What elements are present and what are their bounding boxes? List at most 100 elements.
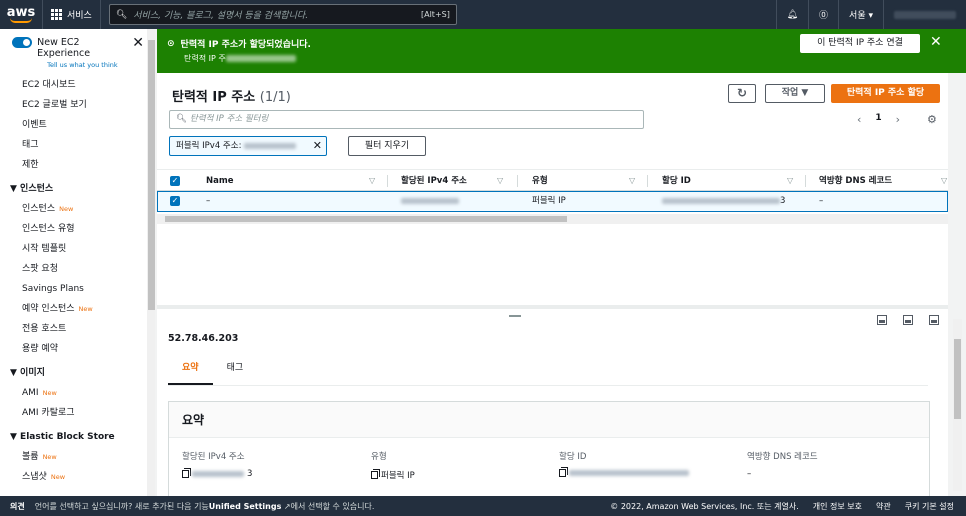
tab-underline xyxy=(168,385,928,386)
column-header-ipv4[interactable]: 할당된 IPv4 주소 xyxy=(401,170,467,192)
sidebar-item-global-view[interactable]: EC2 글로벌 보기 xyxy=(0,95,154,115)
tab-tags[interactable]: 태그 xyxy=(213,355,258,385)
refresh-button[interactable]: ↻ xyxy=(728,84,756,103)
sidebar-section-instances[interactable]: ▼ 인스턴스 xyxy=(0,179,154,199)
sort-icon[interactable]: ▽ xyxy=(497,170,503,192)
sort-icon[interactable]: ▽ xyxy=(369,170,375,192)
external-link-icon: ↗ xyxy=(281,501,291,511)
close-icon[interactable]: ✕ xyxy=(132,36,144,50)
terms-link[interactable]: 약관 xyxy=(876,501,891,512)
allocate-eip-button[interactable]: 탄력적 IP 주소 할당 xyxy=(831,84,940,103)
sidebar-scrollbar-thumb[interactable] xyxy=(148,40,155,310)
remove-filter-icon[interactable]: ✕ xyxy=(313,137,322,155)
copy-icon[interactable] xyxy=(371,469,380,479)
field-label: 유형 xyxy=(371,452,387,462)
unified-settings-link[interactable]: Unified Settings xyxy=(209,502,282,511)
column-header-allocation-id[interactable]: 할당 ID xyxy=(662,170,691,192)
redacted-ip xyxy=(225,55,296,62)
new-experience-toggle[interactable] xyxy=(12,37,33,48)
region-selector[interactable]: 서울 ▾ xyxy=(838,0,883,29)
privacy-link[interactable]: 개인 정보 보호 xyxy=(813,501,862,512)
sidebar-item-events[interactable]: 이벤트 xyxy=(0,115,154,135)
top-navigation: aws 서비스 🔍︎ 서비스, 기능, 블로그, 설명서 등을 검색합니다. [… xyxy=(0,0,966,29)
sidebar-item-spot-requests[interactable]: 스팟 요청 xyxy=(0,259,154,279)
cell-ipv4[interactable] xyxy=(401,192,459,211)
table-header: ✓ Name ▽ 할당된 IPv4 주소 ▽ 유형 ▽ 할당 ID ▽ 역방향 … xyxy=(157,169,948,191)
sidebar-item-savings-plans[interactable]: Savings Plans xyxy=(0,279,154,299)
summary-heading: 요약 xyxy=(169,402,929,438)
sidebar-item-reserved-instances[interactable]: 예약 인스턴스 New xyxy=(0,299,154,319)
refresh-icon: ↻ xyxy=(736,86,748,100)
sidebar-item-tags[interactable]: 태그 xyxy=(0,135,154,155)
bell-icon[interactable]: 🔔︎ xyxy=(775,0,808,29)
field-allocation-id: 할당 ID xyxy=(559,450,692,477)
cookie-preferences-link[interactable]: 쿠키 기본 설정 xyxy=(905,501,954,512)
column-separator[interactable] xyxy=(647,175,648,187)
column-header-name[interactable]: Name xyxy=(206,170,233,192)
language-message: 언어를 선택하고 싶으십니까? 새로 추가된 다음 기능Unified Sett… xyxy=(35,501,375,512)
associate-eip-button[interactable]: 이 탄력적 IP 주소 연결 xyxy=(800,34,920,53)
sidebar-section-images[interactable]: ▼ 이미지 xyxy=(0,363,154,383)
column-separator[interactable] xyxy=(387,175,388,187)
sidebar-item-instances[interactable]: 인스턴스 New xyxy=(0,199,154,219)
cell-allocation-id[interactable]: 3 xyxy=(662,192,785,211)
account-menu[interactable] xyxy=(883,0,966,29)
sidebar-item-dedicated-hosts[interactable]: 전용 호스트 xyxy=(0,319,154,339)
new-badge: New xyxy=(42,453,57,461)
column-header-type[interactable]: 유형 xyxy=(532,170,548,192)
sort-icon[interactable]: ▽ xyxy=(941,170,947,192)
services-label: 서비스 xyxy=(67,11,92,21)
new-badge: New xyxy=(50,473,66,481)
close-icon[interactable]: ✕ xyxy=(930,34,942,50)
sort-icon[interactable]: ▽ xyxy=(629,170,635,192)
sidebar-item-dashboard[interactable]: EC2 대시보드 xyxy=(0,75,154,95)
actions-dropdown[interactable]: 작업 ▼ xyxy=(765,84,825,103)
feedback-link[interactable]: 의견 xyxy=(0,501,35,512)
sidebar-section-ebs[interactable]: ▼ Elastic Block Store xyxy=(0,427,154,447)
summary-card: 요약 할당된 IPv4 주소 3 유형 퍼블릭 IP 할당 ID 역방향 DNS… xyxy=(168,401,930,501)
check-circle-icon: ⊙ xyxy=(167,38,175,49)
drag-handle-icon[interactable] xyxy=(509,315,521,317)
tab-summary[interactable]: 요약 xyxy=(168,355,213,385)
clear-filters-button[interactable]: 필터 지우기 xyxy=(348,136,426,156)
filter-input[interactable]: 🔍︎ 탄력적 IP 주소 필터링 xyxy=(169,110,644,129)
sidebar-item-limits[interactable]: 제한 xyxy=(0,155,154,175)
success-flash-banner: ⊙ 탄력적 IP 주소가 할당되었습니다. 탄력적 IP 주 이 탄력적 IP 주… xyxy=(157,29,966,73)
page-number[interactable]: 1 xyxy=(875,113,881,126)
panel-bottom-icon[interactable] xyxy=(877,315,887,325)
selection-count: (1/1) xyxy=(259,90,291,105)
gear-icon[interactable]: ⚙ xyxy=(927,113,937,126)
table-scrollbar-thumb[interactable] xyxy=(165,216,567,222)
redacted-allocation-id xyxy=(569,470,689,476)
panel-side-icon[interactable] xyxy=(903,315,913,325)
sidebar-item-snapshots[interactable]: 스냅샷 New xyxy=(0,467,154,487)
sidebar-item-launch-templates[interactable]: 시작 템플릿 xyxy=(0,239,154,259)
sidebar-item-instance-types[interactable]: 인스턴스 유형 xyxy=(0,219,154,239)
sidebar-item-ami-catalog[interactable]: AMI 카탈로그 xyxy=(0,403,154,423)
page-title: 탄력적 IP 주소 (1/1) xyxy=(172,86,291,105)
column-header-reverse-dns[interactable]: 역방향 DNS 레코드 xyxy=(819,170,892,192)
global-search-input[interactable]: 🔍︎ 서비스, 기능, 블로그, 설명서 등을 검색합니다. [Alt+S] xyxy=(108,4,457,25)
services-menu-button[interactable]: 서비스 xyxy=(42,0,101,29)
sort-icon[interactable]: ▽ xyxy=(787,170,793,192)
copy-icon[interactable] xyxy=(182,468,191,478)
sidebar-item-volumes[interactable]: 볼륨 New xyxy=(0,447,154,467)
experience-label: New EC2 Experience xyxy=(37,37,91,59)
help-icon[interactable]: ⓪ xyxy=(808,0,838,29)
filter-placeholder: 탄력적 IP 주소 필터링 xyxy=(190,114,269,124)
select-all-checkbox[interactable]: ✓ xyxy=(170,176,180,186)
copy-icon[interactable] xyxy=(559,467,568,477)
column-separator[interactable] xyxy=(517,175,518,187)
chevron-left-icon[interactable]: ‹ xyxy=(857,113,861,126)
chevron-right-icon[interactable]: › xyxy=(896,113,900,126)
panel-full-icon[interactable] xyxy=(929,315,939,325)
feedback-link[interactable]: Tell us what you think xyxy=(37,61,127,69)
sidebar-item-ami[interactable]: AMI New xyxy=(0,383,154,403)
details-scrollbar-thumb[interactable] xyxy=(954,339,961,419)
column-separator[interactable] xyxy=(805,175,806,187)
field-type: 유형 퍼블릭 IP xyxy=(371,450,415,481)
aws-logo[interactable]: aws xyxy=(0,6,42,23)
row-checkbox[interactable]: ✓ xyxy=(170,196,180,206)
sidebar-item-capacity-reservations[interactable]: 용량 예약 xyxy=(0,339,154,359)
table-row[interactable]: ✓ – 퍼블릭 IP 3 – xyxy=(157,191,948,212)
